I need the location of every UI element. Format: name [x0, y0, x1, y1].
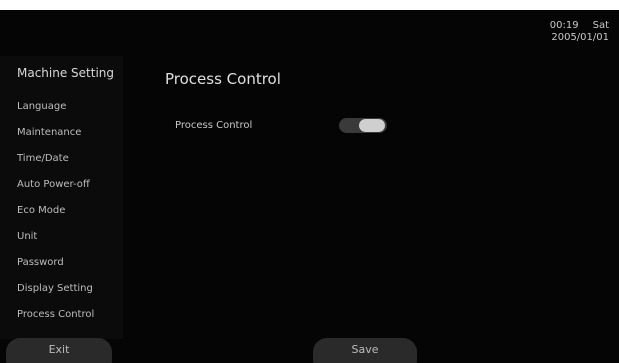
- sidebar-item-language[interactable]: Language: [0, 94, 123, 120]
- sidebar-menu: Language Maintenance Time/Date Auto Powe…: [0, 94, 123, 328]
- process-control-label: Process Control: [175, 120, 253, 131]
- sidebar-item-auto-power-off[interactable]: Auto Power-off: [0, 172, 123, 198]
- clock-date: 2005/01/01: [551, 32, 609, 43]
- process-control-toggle[interactable]: [339, 118, 387, 133]
- sidebar-item-process-control[interactable]: Process Control: [0, 302, 123, 328]
- sidebar-item-password[interactable]: Password: [0, 250, 123, 276]
- machine-setting-screen: 00:19 Sat 2005/01/01 Machine Setting Lan…: [0, 10, 619, 363]
- sidebar-item-eco-mode[interactable]: Eco Mode: [0, 198, 123, 224]
- status-time-row: 00:19 Sat: [489, 20, 609, 32]
- clock-time: 00:19: [549, 20, 579, 31]
- sidebar: Machine Setting Language Maintenance Tim…: [0, 56, 123, 339]
- exit-button[interactable]: Exit: [6, 338, 112, 363]
- save-button[interactable]: Save: [313, 338, 417, 363]
- sidebar-item-display-setting[interactable]: Display Setting: [0, 276, 123, 302]
- sidebar-title: Machine Setting: [17, 66, 115, 80]
- clock-day: Sat: [592, 20, 609, 31]
- page-title: Process Control: [165, 70, 281, 88]
- status-bar: 00:19 Sat 2005/01/01: [489, 20, 609, 44]
- toggle-knob: [359, 119, 385, 132]
- sidebar-item-time-date[interactable]: Time/Date: [0, 146, 123, 172]
- sidebar-item-maintenance[interactable]: Maintenance: [0, 120, 123, 146]
- sidebar-item-unit[interactable]: Unit: [0, 224, 123, 250]
